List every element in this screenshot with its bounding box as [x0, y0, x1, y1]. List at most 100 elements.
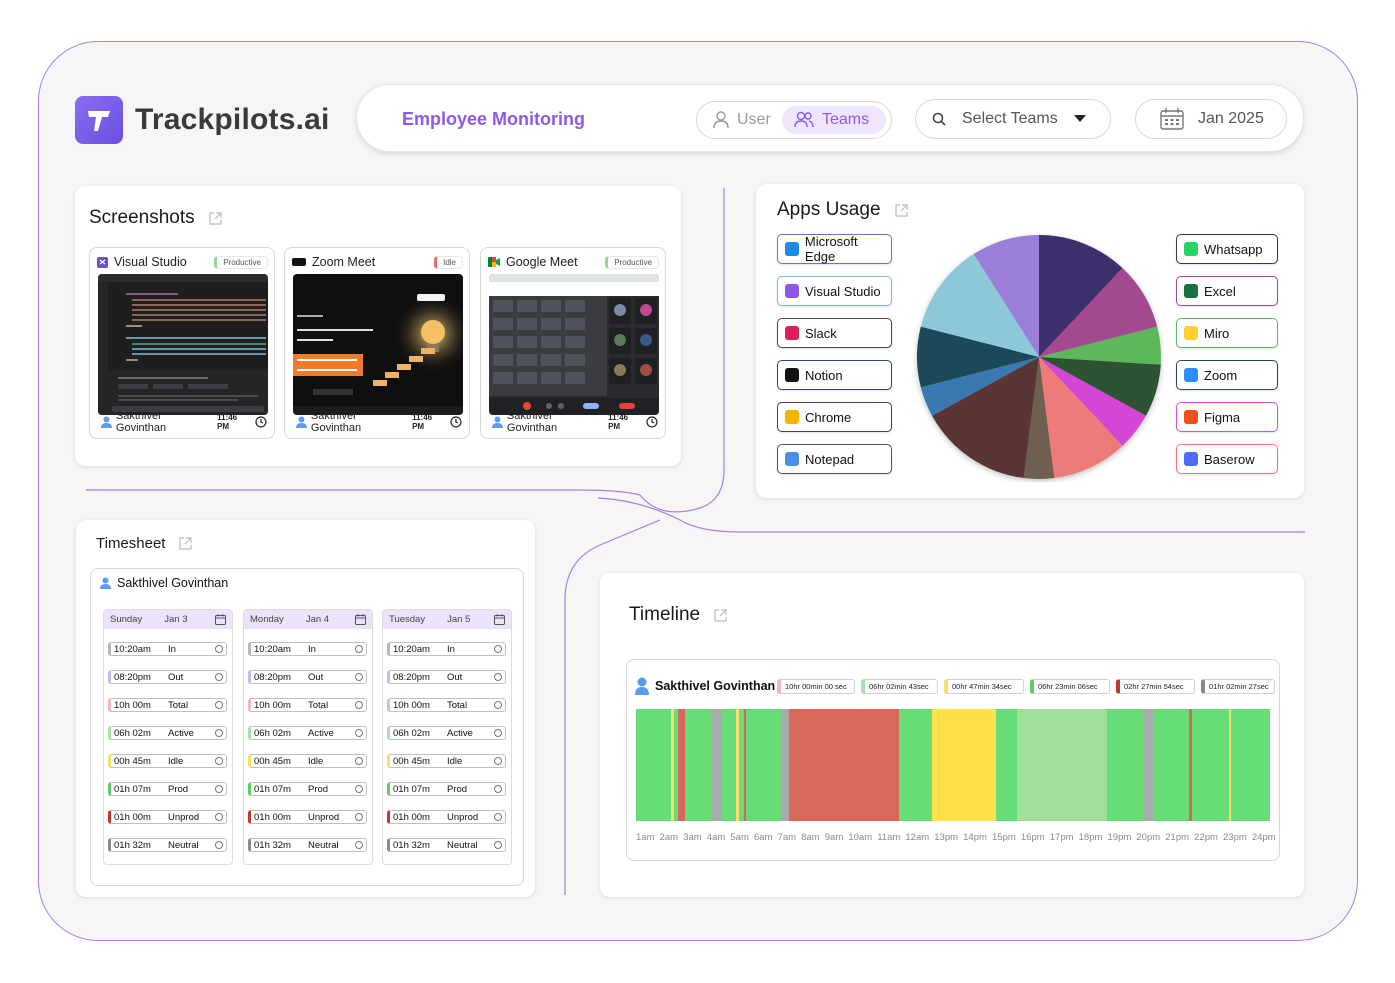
- app-chip-slack[interactable]: Slack: [777, 318, 892, 348]
- external-link-icon[interactable]: [179, 537, 193, 550]
- timeline-segment[interactable]: [1017, 709, 1108, 821]
- calendar-icon[interactable]: [355, 614, 366, 625]
- top-bar: Employee Monitoring User Teams Select Te…: [356, 84, 1304, 152]
- app-chip-label: Whatsapp: [1204, 241, 1263, 257]
- toggle-teams[interactable]: Teams: [782, 106, 886, 134]
- timeline-hour-label: 9am: [824, 832, 844, 843]
- row-value: 10:20am: [254, 643, 291, 655]
- timeline-hour-label: 18pm: [1078, 832, 1103, 843]
- timeline-segment[interactable]: [745, 709, 782, 821]
- visual-studio-icon: [785, 284, 799, 298]
- user-avatar-icon: [492, 416, 503, 428]
- app-chip-label: Zoom: [1204, 367, 1238, 383]
- timeline-segment[interactable]: [1143, 709, 1154, 821]
- select-teams-dropdown[interactable]: Select Teams: [915, 99, 1111, 139]
- row-value: 10h 00m: [393, 699, 430, 711]
- timeline-hour-label: 16pm: [1020, 832, 1045, 843]
- timeline-hour-label: 13pm: [934, 832, 959, 843]
- timesheet-panel: Sakthivel Govinthan Sunday Jan 3 10:20am…: [90, 568, 524, 886]
- clock-icon: [255, 416, 267, 428]
- row-label: Neutral: [308, 839, 339, 851]
- screenshot-tile[interactable]: Visual Studio Productive Sakthivel Govin…: [89, 247, 275, 439]
- timeline-segment[interactable]: [1152, 709, 1190, 821]
- app-chip-chrome[interactable]: Chrome: [777, 402, 892, 432]
- timesheet-row-prod: 01h 07m Prod: [248, 782, 367, 796]
- timeline-legend-item: 00hr 47min 34sec: [944, 679, 1024, 694]
- timeline-segment[interactable]: [932, 709, 997, 821]
- timeline-title: Timeline: [629, 604, 727, 626]
- timeline-segment[interactable]: [1231, 709, 1270, 821]
- month-picker[interactable]: Jan 2025: [1135, 99, 1287, 139]
- app-chip-notion[interactable]: Notion: [777, 360, 892, 390]
- clock-icon: [450, 416, 462, 428]
- external-link-icon[interactable]: [209, 211, 222, 225]
- clock-icon: [215, 757, 223, 765]
- row-label: Active: [308, 727, 334, 739]
- app-chip-excel[interactable]: Excel: [1176, 276, 1278, 306]
- clock-icon: [355, 701, 363, 709]
- row-label: Out: [168, 671, 184, 683]
- timesheet-row-total: 10h 00m Total: [108, 698, 227, 712]
- user-avatar-icon: [635, 677, 649, 695]
- timeline-panel: Sakthivel Govinthan 10hr 00min 00 sec 06h…: [626, 659, 1280, 861]
- timeline-segment[interactable]: [1192, 709, 1230, 821]
- zoom-icon: [1184, 368, 1198, 382]
- timeline-title-text: Timeline: [629, 604, 701, 625]
- apps-usage-title-text: Apps Usage: [777, 199, 881, 220]
- timeline-segment[interactable]: [789, 709, 900, 821]
- app-chip-miro[interactable]: Miro: [1176, 318, 1278, 348]
- row-label: In: [308, 643, 316, 655]
- clock-icon: [355, 673, 363, 681]
- timeline-hour-label: 23pm: [1223, 832, 1247, 843]
- timesheet-user-name: Sakthivel Govinthan: [117, 576, 229, 590]
- timeline-segment[interactable]: [721, 709, 737, 821]
- whatsapp-icon: [1184, 242, 1198, 256]
- app-chip-baserow[interactable]: Baserow: [1176, 444, 1278, 474]
- app-chip-zoom[interactable]: Zoom: [1176, 360, 1278, 390]
- clock-icon: [355, 729, 363, 737]
- row-value: 08:20pm: [254, 671, 291, 683]
- row-value: 01h 00m: [254, 811, 291, 823]
- timeline-user-name: Sakthivel Govinthan: [655, 679, 776, 693]
- app-chip-notepad[interactable]: Notepad: [777, 444, 892, 474]
- screenshot-image: [293, 274, 463, 415]
- calendar-icon[interactable]: [215, 614, 226, 625]
- calendar-icon[interactable]: [494, 614, 505, 625]
- user-avatar-icon: [100, 577, 111, 589]
- timesheet-row-in: 10:20am In: [108, 642, 227, 656]
- microsoft-edge-icon: [785, 242, 799, 256]
- timeline-segment[interactable]: [996, 709, 1018, 821]
- row-label: Active: [168, 727, 194, 739]
- month-picker-label: Jan 2025: [1198, 110, 1264, 127]
- timesheet-user: Sakthivel Govinthan: [100, 576, 228, 590]
- screenshot-tile[interactable]: Google Meet Productive Sakthivel Govinth…: [480, 247, 666, 439]
- toggle-user[interactable]: User: [701, 106, 783, 134]
- timesheet-day-column: Tuesday Jan 5 10:20am In 08:20pm Out 10h…: [382, 609, 512, 865]
- app-chip-whatsapp[interactable]: Whatsapp: [1176, 234, 1278, 264]
- timeline-segment[interactable]: [710, 709, 723, 821]
- timeline-segment[interactable]: [636, 709, 672, 821]
- timeline-legend-item: 02hr 27min 54sec: [1116, 679, 1195, 694]
- app-chip-microsoft-edge[interactable]: Microsoft Edge: [777, 234, 892, 264]
- screenshot-tile[interactable]: Zoom Meet Idle Sakthivel Govinthan 11:46…: [284, 247, 470, 439]
- baserow-icon: [1184, 452, 1198, 466]
- screenshot-app-name: Zoom Meet: [312, 255, 376, 269]
- brand-logo[interactable]: Trackpilots.ai: [75, 96, 330, 144]
- external-link-icon[interactable]: [894, 203, 908, 217]
- row-value: 06h 02m: [254, 727, 291, 739]
- timeline-hour-label: 10am: [848, 832, 873, 843]
- app-chip-visual-studio[interactable]: Visual Studio: [777, 276, 892, 306]
- app-chip-label: Slack: [805, 325, 837, 341]
- screenshot-app-name: Google Meet: [506, 255, 578, 269]
- notepad-icon: [785, 452, 799, 466]
- timeline-segment[interactable]: [899, 709, 933, 821]
- timesheet-day-column: Sunday Jan 3 10:20am In 08:20pm Out 10h …: [103, 609, 233, 865]
- app-chip-figma[interactable]: Figma: [1176, 402, 1278, 432]
- timeline-segment[interactable]: [685, 709, 712, 821]
- timeline-segment[interactable]: [1107, 709, 1144, 821]
- clock-icon: [494, 701, 502, 709]
- external-link-icon[interactable]: [714, 608, 727, 622]
- timeline-bar[interactable]: [636, 709, 1270, 821]
- row-label: Unprod: [308, 811, 340, 823]
- clock-icon: [355, 757, 363, 765]
